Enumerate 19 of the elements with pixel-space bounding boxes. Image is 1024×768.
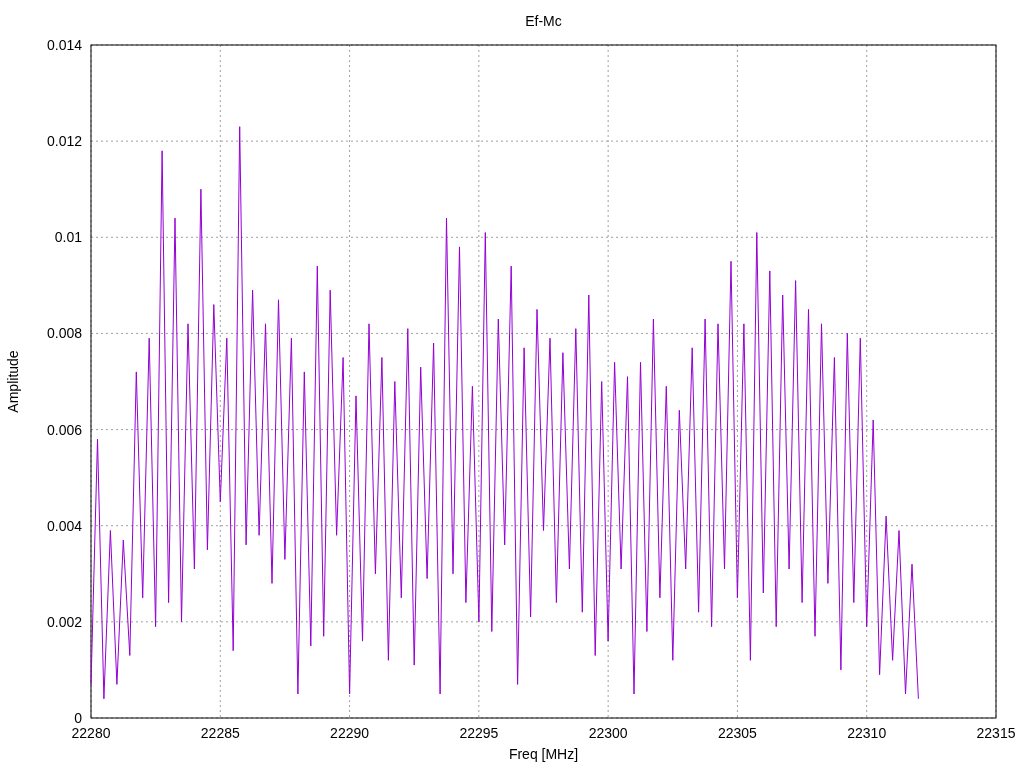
- chart-title: Ef-Mc: [525, 13, 562, 29]
- tick-label: 22280: [71, 725, 111, 741]
- tick-label: 22295: [459, 725, 499, 741]
- tick-label: 22310: [847, 725, 887, 741]
- tick-label: 22315: [976, 725, 1016, 741]
- tick-label: 22300: [588, 725, 628, 741]
- x-axis-label: Freq [MHz]: [508, 746, 579, 762]
- tick-label: 0: [74, 710, 82, 726]
- tick-label: 0.012: [46, 133, 82, 150]
- tick-label: 22305: [717, 725, 757, 741]
- tick-label: 0.01: [54, 229, 82, 246]
- tick-label: 0.006: [46, 421, 82, 438]
- tick-label: 22285: [200, 725, 240, 741]
- tick-label: 0.008: [46, 325, 82, 342]
- y-axis-label: Amplitude: [5, 350, 21, 413]
- tick-label: 0.002: [46, 613, 82, 630]
- tick-label: 22290: [330, 725, 370, 741]
- tick-label: 0.014: [46, 37, 82, 53]
- tick-label: 0.004: [46, 517, 82, 534]
